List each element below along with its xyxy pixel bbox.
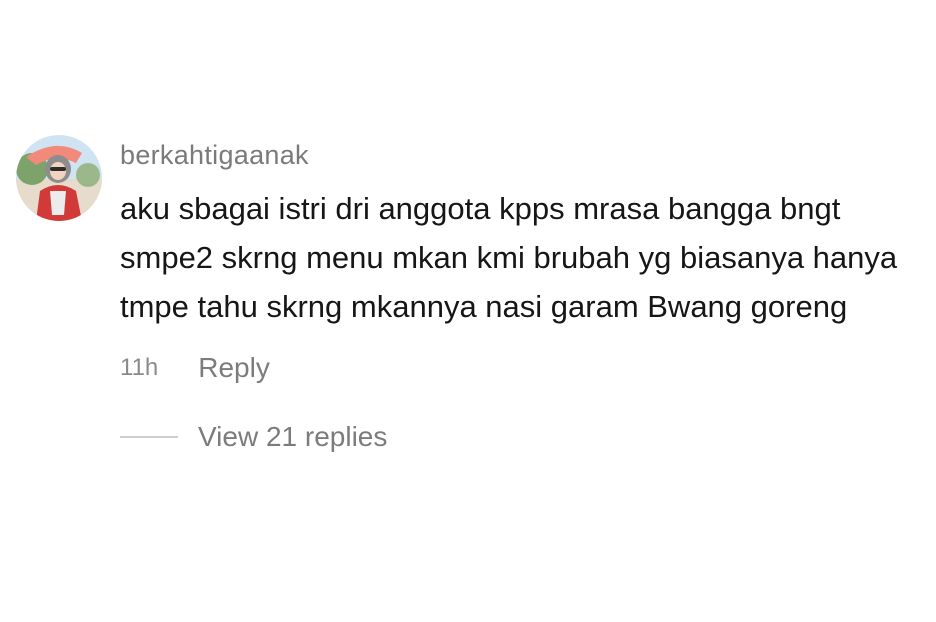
replies-divider: [120, 436, 178, 438]
view-replies-button[interactable]: View 21 replies: [120, 417, 920, 457]
view-replies-label: View 21 replies: [198, 421, 388, 452]
timestamp: 11h: [120, 354, 159, 381]
comment-text: aku sbagai istri dri anggota kpps mrasa …: [120, 191, 898, 324]
avatar[interactable]: [16, 135, 102, 221]
username[interactable]: berkahtigaanak: [120, 132, 920, 178]
comment-meta: 11h Reply: [120, 347, 920, 389]
reply-button[interactable]: Reply: [198, 352, 270, 384]
avatar-image: [16, 135, 102, 221]
comment-body: berkahtigaanak aku sbagai istri dri angg…: [120, 132, 920, 457]
